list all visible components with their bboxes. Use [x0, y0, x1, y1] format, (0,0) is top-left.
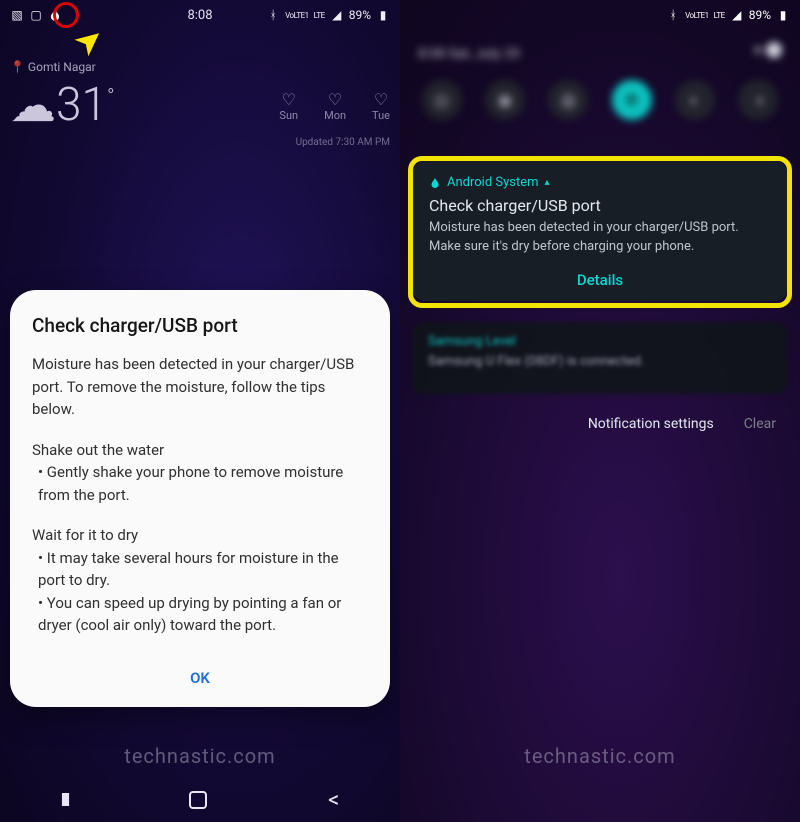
- cast-icon: ▢: [29, 8, 43, 22]
- weather-updated: Updated 7:30 AM PM: [10, 137, 390, 148]
- volte-label: VoLTE1: [285, 12, 309, 19]
- chevron-up-icon: ▴: [545, 177, 550, 188]
- qs-wifi[interactable]: ◎: [422, 80, 462, 120]
- quick-settings-row: ◎ ◉ ◍ ❉ ◐ ◑: [400, 72, 800, 128]
- samsung-level-notification[interactable]: Samsung Level Samsung U Flex (08DF) is c…: [412, 322, 788, 394]
- notif-header[interactable]: Android System ▴: [429, 175, 771, 190]
- notification-settings-button[interactable]: Notification settings: [588, 416, 714, 432]
- watermark: technastic.com: [124, 744, 275, 768]
- status-clock: 8:08: [187, 8, 212, 23]
- status-bar: ▧ ▢ 8:08 ᚼ VoLTE1 LTE ◢ 89% ▮: [0, 0, 400, 30]
- clear-button[interactable]: Clear: [744, 416, 776, 432]
- lte-label: LTE: [314, 12, 325, 19]
- moisture-notification[interactable]: Android System ▴ Check charger/USB port …: [413, 161, 787, 301]
- phone-screenshot-right: ᚼ VoLTE1 LTE ◢ 89% ▮ 8:08 Sat, July 20 ◎…: [400, 0, 800, 822]
- nav-back-button[interactable]: <: [328, 788, 339, 813]
- qs-sound[interactable]: ◉: [485, 80, 525, 120]
- battery-pct: 89%: [349, 8, 371, 22]
- weather-widget[interactable]: 📍 Gomti Nagar ☁ 31° ♡Sun ♡Mon ♡Tue Updat…: [10, 60, 390, 148]
- notif2-body: Samsung U Flex (08DF) is connected.: [428, 353, 772, 372]
- weather-temp: ☁ 31°: [10, 78, 115, 133]
- image-icon: ▧: [10, 8, 24, 22]
- dialog-tip2-item2: • You can speed up drying by pointing a …: [32, 592, 368, 637]
- notif2-app-name: Samsung Level: [428, 334, 516, 349]
- dialog-tip1-head: Shake out the water: [32, 439, 368, 462]
- dialog-intro: Moisture has been detected in your charg…: [32, 353, 368, 421]
- status-right: ᚼ VoLTE1 LTE ◢ 89% ▮: [666, 8, 790, 22]
- bluetooth-icon: ᚼ: [666, 8, 680, 22]
- moisture-icon: [48, 8, 62, 22]
- lte-label: LTE: [714, 12, 725, 19]
- shade-date: 8:08 Sat, July 20: [418, 46, 520, 62]
- moisture-dialog: Check charger/USB port Moisture has been…: [10, 290, 390, 707]
- dialog-title: Check charger/USB port: [32, 314, 368, 337]
- notif-app-name: Android System: [447, 175, 539, 190]
- shade-header-blur: 8:08 Sat, July 20 ◎ ◉ ◍ ❉ ◐ ◑: [400, 30, 800, 150]
- weather-location: 📍 Gomti Nagar: [10, 60, 390, 74]
- dialog-tip2-head: Wait for it to dry: [32, 524, 368, 547]
- moisture-icon: [429, 177, 441, 189]
- notif-title: Check charger/USB port: [429, 196, 771, 215]
- status-right: ᚼ VoLTE1 LTE ◢ 89% ▮: [266, 8, 390, 22]
- bluetooth-icon: ᚼ: [266, 8, 280, 22]
- dialog-tip2-item1: • It may take several hours for moisture…: [32, 547, 368, 592]
- status-bar: ᚼ VoLTE1 LTE ◢ 89% ▮: [400, 0, 800, 30]
- dialog-tip1-item: • Gently shake your phone to remove mois…: [32, 461, 368, 506]
- battery-pct: 89%: [749, 8, 771, 22]
- qs-rotate[interactable]: ◐: [675, 80, 715, 120]
- watermark: technastic.com: [524, 744, 675, 768]
- nav-home-button[interactable]: [189, 791, 207, 809]
- notif-details-button[interactable]: Details: [429, 267, 771, 291]
- qs-location[interactable]: ◑: [738, 80, 778, 120]
- annotation-yellow-box: Android System ▴ Check charger/USB port …: [408, 156, 792, 308]
- signal-icon: ◢: [330, 8, 344, 22]
- signal-icon: ◢: [730, 8, 744, 22]
- weather-forecast: ♡Sun ♡Mon ♡Tue: [279, 90, 390, 122]
- nav-bar: III <: [0, 778, 400, 822]
- battery-icon: ▮: [776, 8, 790, 22]
- shade-footer: Notification settings Clear: [412, 400, 788, 448]
- status-left: ▧ ▢: [10, 8, 62, 22]
- nav-recent-button[interactable]: III: [61, 790, 68, 811]
- battery-icon: ▮: [376, 8, 390, 22]
- shade-header-icons: [754, 46, 782, 62]
- volte-label: VoLTE1: [685, 12, 709, 19]
- notif-body: Moisture has been detected in your charg…: [429, 219, 771, 257]
- qs-bluetooth[interactable]: ❉: [612, 80, 652, 120]
- phone-screenshot-left: ▧ ▢ 8:08 ᚼ VoLTE1 LTE ◢ 89% ▮ ➤ 📍 Gomti …: [0, 0, 400, 822]
- qs-unknown[interactable]: ◍: [548, 80, 588, 120]
- dialog-ok-button[interactable]: OK: [32, 655, 368, 693]
